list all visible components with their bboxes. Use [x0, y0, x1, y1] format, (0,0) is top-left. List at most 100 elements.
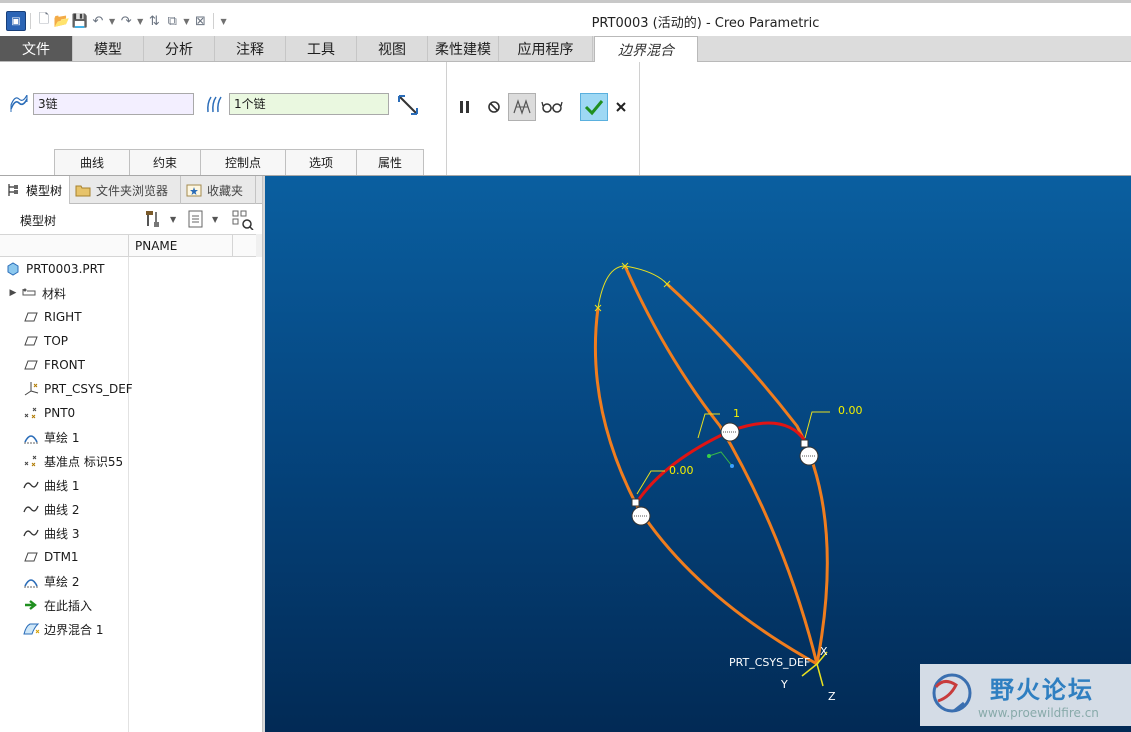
datum-plane-icon — [22, 333, 40, 349]
column-pname[interactable]: PNAME — [128, 235, 233, 257]
csys-label: PRT_CSYS_DEF — [729, 656, 811, 669]
model-tree-icon — [4, 182, 22, 198]
navigator-tabs: 模型树 文件夹浏览器 收藏夹 — [0, 176, 264, 204]
tab-tools[interactable]: 工具 — [286, 36, 357, 61]
part-icon — [4, 261, 22, 277]
settings-tools-icon[interactable] — [145, 210, 161, 232]
tab-boundary-blend[interactable]: 边界混合 — [594, 36, 698, 63]
dashboard-panel: 3链 1个链 曲线 约束 控制点 选项 属性 — [0, 62, 1131, 176]
tab-view[interactable]: 视图 — [357, 36, 428, 61]
tree-item-label: PRT_CSYS_DEF — [44, 382, 133, 396]
pause-icon[interactable] — [451, 93, 479, 121]
save-icon[interactable]: 💾 — [71, 12, 89, 30]
tree-item-dtm1[interactable]: DTM1 — [22, 545, 150, 569]
tree-item-material[interactable]: ▶ 材料 — [8, 281, 136, 305]
tree-item-sketch1[interactable]: 草绘 1 — [22, 425, 150, 449]
leader-1 — [697, 413, 720, 439]
tree-item-boundary-blend[interactable]: 边界混合 1 — [22, 617, 150, 641]
undo-dropdown-icon[interactable]: ▼ — [109, 17, 115, 26]
tree-item-top[interactable]: TOP — [22, 329, 150, 353]
tree-item-pnt0[interactable]: PNT0 — [22, 401, 150, 425]
graphics-viewport[interactable]: 1 0.00 0.00 PRT_CSYS_DEF X Y Z — [265, 176, 1131, 732]
subtab-constraints[interactable]: 约束 — [129, 149, 201, 175]
tab-annotate[interactable]: 注释 — [215, 36, 286, 61]
dashboard-controls — [447, 62, 640, 175]
tab-analysis[interactable]: 分析 — [144, 36, 215, 61]
separator — [30, 13, 31, 29]
tree-item-label: 曲线 1 — [44, 478, 80, 493]
verify-glasses-icon[interactable] — [538, 93, 566, 121]
datum-point-leader — [708, 451, 733, 467]
tree-item-sketch2[interactable]: 草绘 2 — [22, 569, 150, 593]
tree-item-label: 草绘 1 — [44, 430, 80, 445]
first-direction-collector[interactable]: 3链 — [33, 93, 194, 115]
tree-item-front[interactable]: FRONT — [22, 353, 150, 377]
open-folder-icon[interactable]: 📂 — [53, 12, 71, 30]
tab-label: 收藏夹 — [207, 183, 244, 198]
tree-item-label: TOP — [44, 334, 69, 348]
show-menu-icon[interactable] — [188, 210, 204, 232]
redo-dropdown-icon[interactable]: ▼ — [137, 17, 143, 26]
subtab-control-points[interactable]: 控制点 — [200, 149, 286, 175]
tree-item-datum-point[interactable]: 基准点 标识55 — [22, 449, 150, 473]
second-direction-icon — [203, 93, 225, 115]
tree-item-insert-here[interactable]: 在此插入 — [22, 593, 150, 617]
settings-dropdown-icon[interactable]: ▼ — [170, 215, 176, 224]
tab-model[interactable]: 模型 — [73, 36, 144, 61]
tree-item-label: RIGHT — [44, 310, 82, 324]
tree-item-label: 材料 — [42, 286, 67, 301]
favorites-icon — [185, 182, 203, 198]
tree-item-label: 草绘 2 — [44, 574, 80, 589]
no-preview-icon[interactable] — [480, 93, 508, 121]
ok-checkmark-icon[interactable] — [580, 93, 608, 121]
tree-item-curve1[interactable]: 曲线 1 — [22, 473, 150, 497]
app-menu-icon[interactable]: ▣ — [6, 11, 26, 31]
tree-item-part[interactable]: PRT0003.PRT — [4, 257, 132, 281]
redo-icon[interactable]: ↷ — [117, 12, 135, 30]
windows-dropdown-icon[interactable]: ▼ — [183, 17, 189, 26]
leader-3 — [804, 411, 830, 439]
subtab-properties[interactable]: 属性 — [356, 149, 424, 175]
tree-item-curve3[interactable]: 曲线 3 — [22, 521, 150, 545]
tree-item-curve2[interactable]: 曲线 2 — [22, 497, 150, 521]
second-direction-collector[interactable]: 1个链 — [229, 93, 389, 115]
material-icon — [20, 285, 38, 301]
show-dropdown-icon[interactable]: ▼ — [212, 215, 218, 224]
tab-favorites[interactable]: 收藏夹 — [181, 176, 256, 204]
tree-item-right[interactable]: RIGHT — [22, 305, 150, 329]
customize-toolbar-icon[interactable]: ▼ — [220, 17, 226, 26]
datum-point-icon — [22, 405, 40, 421]
insert-here-icon — [22, 597, 40, 613]
model-tree-title: 模型树 — [20, 214, 57, 228]
datum-point-blue — [730, 464, 734, 468]
subtab-options[interactable]: 选项 — [285, 149, 357, 175]
tree-filter-icon[interactable] — [232, 210, 254, 234]
tree-item-label: 边界混合 1 — [44, 622, 104, 637]
regenerate-icon[interactable]: ⇅ — [145, 12, 163, 30]
tree-item-csys[interactable]: PRT_CSYS_DEF — [22, 377, 150, 401]
subtab-curves[interactable]: 曲线 — [54, 149, 130, 175]
quick-access-toolbar: ▣ 🗋 📂 💾 ↶ ▼ ↷ ▼ ⇅ ⧉ ▼ ⊠ ▼ — [0, 11, 229, 31]
tab-flexible-modeling[interactable]: 柔性建模 — [428, 36, 499, 61]
close-window-icon[interactable]: ⊠ — [191, 12, 209, 30]
undo-icon[interactable]: ↶ — [89, 12, 107, 30]
tree-item-label: 在此插入 — [44, 598, 93, 613]
attached-preview-icon[interactable] — [508, 93, 536, 121]
new-file-icon[interactable]: 🗋 — [35, 12, 53, 30]
cancel-x-icon[interactable] — [607, 93, 635, 121]
tab-applications[interactable]: 应用程序 — [499, 36, 593, 61]
datum-plane-icon — [22, 357, 40, 373]
windows-icon[interactable]: ⧉ — [163, 12, 181, 30]
datum-plane-icon — [22, 309, 40, 325]
tab-model-tree[interactable]: 模型树 — [0, 176, 70, 204]
curve-icon — [22, 477, 40, 493]
tree-item-label: 曲线 3 — [44, 526, 80, 541]
curve-outer-left — [593, 307, 818, 666]
handle-right — [800, 439, 809, 448]
tab-file[interactable]: 文件 — [0, 36, 73, 61]
expand-arrow-icon[interactable]: ▶ — [8, 285, 18, 301]
handle-left — [631, 498, 640, 507]
tab-folder-browser[interactable]: 文件夹浏览器 — [70, 176, 181, 204]
datum-plane-icon — [22, 549, 40, 565]
swap-direction-icon[interactable] — [396, 93, 420, 117]
